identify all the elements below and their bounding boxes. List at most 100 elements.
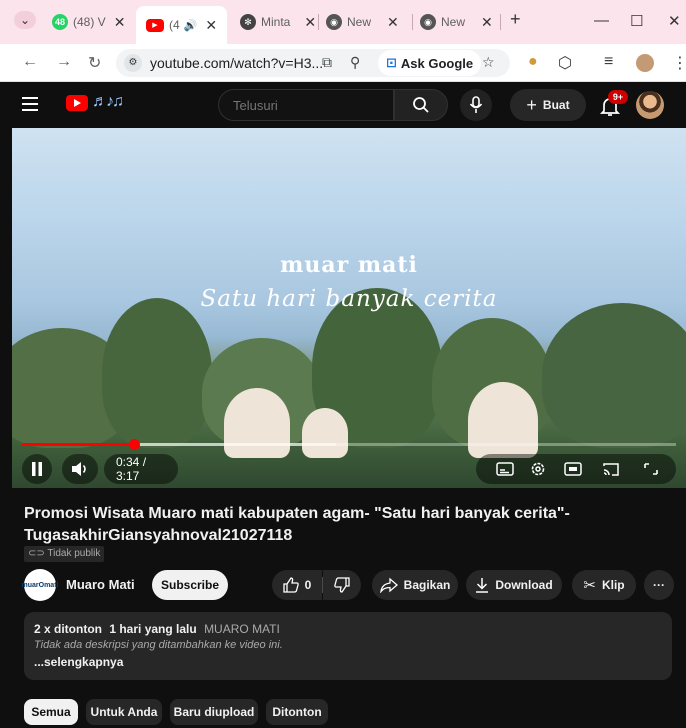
cast-tab-icon[interactable]: ⧉: [322, 54, 332, 71]
tab-whatsapp[interactable]: 48 (48) V ✕: [52, 8, 125, 36]
tab-label: Minta: [261, 15, 291, 29]
user-avatar[interactable]: [636, 91, 664, 119]
show-more-link[interactable]: ...selengkapnya: [34, 655, 123, 669]
cast-icon[interactable]: [602, 461, 620, 477]
subtitles-icon[interactable]: [496, 461, 514, 477]
close-tab-icon[interactable]: ✕: [304, 14, 316, 31]
youtube-header: ♬♪♫ + Buat 9+: [12, 82, 686, 128]
close-tab-icon[interactable]: ✕: [387, 14, 399, 31]
thumbs-down-icon: [334, 577, 350, 593]
tab-label: (4: [169, 18, 180, 32]
address-bar[interactable]: ⚙ youtube.com/watch?v=H3... ⧉ ⚲ ⊡ Ask Go…: [116, 49, 510, 77]
tab-label: New: [347, 15, 372, 29]
lens-icon: ⊡: [386, 55, 397, 70]
share-icon: [379, 577, 398, 593]
create-label: Buat: [542, 98, 570, 112]
tab-search-icon[interactable]: ⌄: [14, 11, 37, 29]
dislike-button[interactable]: [323, 570, 361, 600]
microphone-icon: [469, 96, 483, 113]
window-close-icon[interactable]: ✕: [668, 12, 681, 30]
share-button[interactable]: Bagikan: [372, 570, 458, 600]
description-box[interactable]: 2 x ditonton 1 hari yang lalu MUARO MATI…: [24, 612, 672, 680]
extension-cookie-icon[interactable]: ●: [528, 53, 538, 71]
chip-all[interactable]: Semua: [24, 699, 78, 725]
chrome-icon: ◉: [326, 14, 342, 30]
search-box: [218, 89, 394, 121]
volume-icon: [72, 462, 86, 476]
download-icon: [476, 578, 489, 593]
minimize-icon[interactable]: —: [594, 12, 609, 29]
notification-count-badge: 9+: [608, 90, 628, 104]
more-actions-button[interactable]: ···: [644, 570, 674, 600]
video-player[interactable]: muar mati Satu hari banyak cerita 0:34 /…: [12, 128, 686, 488]
channel-name[interactable]: Muaro Mati: [66, 577, 135, 592]
ask-google-label: Ask Google: [400, 55, 474, 71]
reading-list-icon[interactable]: ≡: [604, 53, 613, 71]
forward-icon[interactable]: →: [56, 53, 72, 71]
search-icon: [413, 97, 429, 113]
voice-search-button[interactable]: [460, 89, 492, 121]
video-tagline: Satu hari banyak cerita: [200, 286, 498, 312]
create-button[interactable]: + Buat: [510, 89, 586, 121]
ask-google-button[interactable]: ⊡ Ask Google: [378, 50, 482, 76]
zoom-icon[interactable]: ⚲: [350, 54, 360, 71]
description-stats: 2 x ditonton 1 hari yang lalu MUARO MATI: [34, 622, 280, 636]
back-icon[interactable]: ←: [22, 53, 38, 71]
site-info-icon[interactable]: ⚙: [124, 54, 142, 72]
progress-played: [22, 443, 135, 446]
tab-new-2[interactable]: ◉ New ✕: [420, 8, 493, 36]
link-icon: ⊂⊃: [28, 548, 48, 559]
chip-watched[interactable]: Ditonton: [266, 699, 328, 725]
volume-button[interactable]: [62, 454, 98, 484]
menu-icon[interactable]: [22, 97, 38, 111]
channel-hashtag[interactable]: MUARO MATI: [204, 622, 280, 636]
visibility-badge: ⊂⊃ Tidak publik: [24, 546, 105, 562]
search-button[interactable]: [394, 89, 448, 121]
channel-avatar[interactable]: muarOmati: [22, 569, 58, 601]
search-input[interactable]: [233, 98, 383, 113]
tab-label: (48) V: [73, 15, 106, 29]
chip-for-you[interactable]: Untuk Anda: [86, 699, 162, 725]
download-button[interactable]: Download: [466, 570, 562, 600]
tab-chatgpt[interactable]: ✻ Minta ✕: [240, 8, 316, 36]
close-tab-icon[interactable]: ✕: [205, 17, 217, 34]
audio-playing-icon[interactable]: 🔊: [184, 19, 198, 32]
description-text: Tidak ada deskripsi yang ditambahkan ke …: [34, 639, 283, 651]
close-tab-icon[interactable]: ✕: [114, 14, 126, 31]
like-button[interactable]: 0: [272, 570, 322, 600]
video-brand-logo: muar mati: [280, 252, 418, 278]
chatgpt-icon: ✻: [240, 14, 256, 30]
share-label: Bagikan: [403, 578, 451, 592]
video-scenery-tree: [102, 298, 212, 448]
new-tab-icon[interactable]: +: [510, 9, 521, 30]
thumbs-up-icon: [283, 577, 299, 593]
play-pause-button[interactable]: [22, 454, 52, 484]
upload-age: 1 hari yang lalu: [109, 622, 197, 636]
miniplayer-icon[interactable]: [564, 461, 582, 477]
progress-bar[interactable]: [22, 439, 676, 450]
close-tab-icon[interactable]: ✕: [481, 14, 493, 31]
browser-tab-strip: ⌄ 48 (48) V ✕ ▶ (4 🔊 ✕ ✻ Minta ✕ ◉ New ✕…: [0, 0, 686, 44]
profile-avatar-icon[interactable]: [636, 54, 654, 72]
url-text[interactable]: youtube.com/watch?v=H3...: [150, 55, 323, 71]
clip-button[interactable]: ✂ Klip: [572, 570, 636, 600]
tab-youtube[interactable]: ▶ (4 🔊 ✕: [136, 6, 228, 44]
fullscreen-icon[interactable]: [642, 461, 660, 477]
doodle-icon[interactable]: ♬♪♫: [92, 93, 124, 111]
maximize-icon[interactable]: ☐: [630, 12, 643, 30]
extensions-puzzle-icon[interactable]: ⬡: [558, 53, 572, 73]
youtube-icon: ▶: [146, 18, 164, 32]
tab-new-1[interactable]: ◉ New ✕: [326, 8, 399, 36]
youtube-logo[interactable]: [66, 95, 88, 111]
like-count: 0: [304, 578, 312, 592]
chip-recently-uploaded[interactable]: Baru diupload: [170, 699, 258, 725]
subscribe-button[interactable]: Subscribe: [152, 570, 228, 600]
scissors-icon: ✂: [583, 577, 596, 594]
bookmark-star-icon[interactable]: ☆: [482, 54, 495, 71]
browser-menu-icon[interactable]: ⋮: [672, 53, 686, 73]
progress-scrubber[interactable]: [129, 439, 141, 450]
settings-gear-icon[interactable]: [529, 461, 547, 477]
view-count: 2 x ditonton: [34, 622, 102, 636]
reload-icon[interactable]: ↻: [88, 53, 101, 73]
video-scenery-tree: [542, 303, 686, 448]
